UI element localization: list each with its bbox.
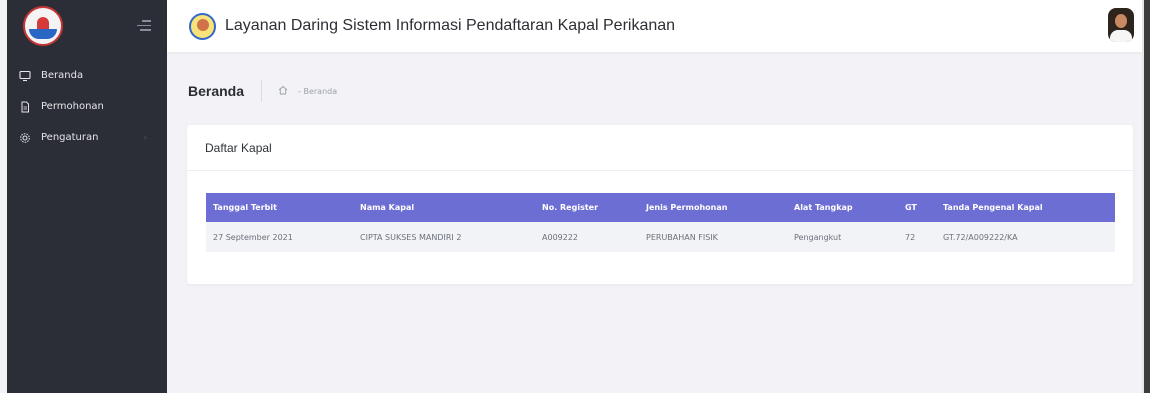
sidebar-item-pengaturan[interactable]: Pengaturan ›	[7, 122, 167, 153]
user-avatar[interactable]	[1108, 8, 1134, 42]
column-header-tanda-pengenal[interactable]: Tanda Pengenal Kapal	[936, 193, 1115, 222]
cell-alat-tangkap: Pengangkut	[794, 232, 842, 242]
cell-gt: 72	[905, 232, 916, 242]
sidebar-item-label: Beranda	[41, 70, 84, 81]
table-header-row: Tanggal Terbit Nama Kapal No. Register J…	[206, 193, 1115, 222]
sidebar-item-beranda[interactable]: Beranda	[7, 60, 167, 91]
column-header-jenis-permohonan[interactable]: Jenis Permohonan	[639, 193, 787, 222]
cell-jenis-permohonan: PERUBAHAN FISIK	[646, 232, 718, 242]
breadcrumb: Beranda - Beranda	[188, 80, 337, 102]
table-row[interactable]: 27 September 2021 CIPTA SUKSES MANDIRI 2…	[206, 222, 1115, 252]
cell-tanggal-terbit: 27 September 2021	[213, 232, 293, 242]
card-header: Daftar Kapal	[187, 125, 1133, 171]
column-header-nama-kapal[interactable]: Nama Kapal	[353, 193, 535, 222]
chevron-right-icon: ›	[143, 133, 147, 142]
sidebar-item-label: Permohonan	[41, 101, 104, 112]
sea-icon	[29, 29, 57, 39]
sidebar-item-label: Pengaturan	[41, 132, 99, 143]
app-logo[interactable]	[23, 6, 63, 46]
home-icon[interactable]	[278, 85, 288, 98]
sidebar: Beranda Permohonan Pengaturan ›	[7, 0, 167, 393]
column-header-gt[interactable]: GT	[898, 193, 936, 222]
breadcrumb-current: - Beranda	[298, 86, 338, 96]
top-header: Layanan Daring Sistem Informasi Pendafta…	[167, 0, 1142, 52]
cell-nama-kapal: CIPTA SUKSES MANDIRI 2	[360, 232, 462, 242]
ship-list-card: Daftar Kapal Tanggal Terbit Nama Kapal N…	[187, 125, 1133, 284]
emblem-icon	[189, 12, 216, 40]
document-icon	[18, 100, 32, 114]
sidebar-header	[7, 0, 167, 52]
monitor-icon	[18, 69, 32, 83]
cell-no-register: A009222	[542, 232, 579, 242]
sidebar-menu: Beranda Permohonan Pengaturan ›	[7, 60, 167, 153]
sidebar-item-permohonan[interactable]: Permohonan	[7, 91, 167, 122]
divider	[261, 80, 263, 102]
column-header-tanggal-terbit[interactable]: Tanggal Terbit	[206, 193, 353, 222]
ship-table: Tanggal Terbit Nama Kapal No. Register J…	[206, 193, 1115, 252]
scrollbar[interactable]	[1144, 0, 1150, 393]
app-title: Layanan Daring Sistem Informasi Pendafta…	[225, 17, 676, 34]
cell-tanda-pengenal: GT.72/A009222/KA	[943, 232, 1018, 242]
gear-icon	[18, 131, 32, 145]
card-title: Daftar Kapal	[205, 140, 272, 155]
page-title: Beranda	[188, 83, 245, 99]
column-header-alat-tangkap[interactable]: Alat Tangkap	[787, 193, 898, 222]
column-header-no-register[interactable]: No. Register	[535, 193, 639, 222]
menu-toggle-icon[interactable]	[137, 20, 151, 34]
